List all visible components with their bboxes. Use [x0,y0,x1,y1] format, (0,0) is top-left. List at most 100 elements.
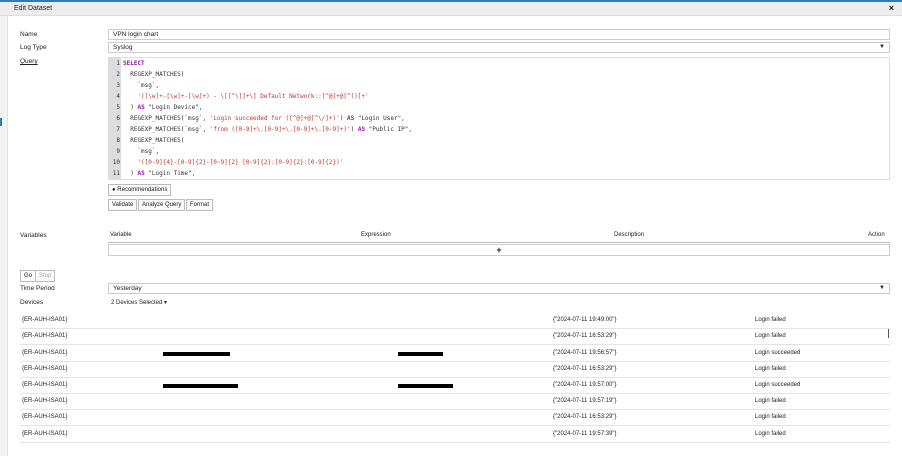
code-line: `msg`, [123,148,159,155]
code-line: ) AS "Login Time", [123,170,195,177]
code-token: "Login User", [354,115,405,122]
active-marker [0,118,2,126]
time-period-select[interactable]: Yesterday ▼ [108,283,890,294]
login-time-cell: {"2024-07-11 16:53:29"} [553,414,617,420]
variables-divider [108,242,890,243]
log-type-label: Log Type [20,44,47,51]
add-variable-button[interactable]: + [108,244,890,256]
code-token: AS [137,104,145,111]
code-line: ) AS "Login Device", [123,104,202,111]
code-line: `msg`, [123,82,159,89]
redacted-ip [398,384,453,388]
code-token: REGEXP_MATCHES( [123,137,185,144]
code-line: '([\w]+-[\w]+-[\w]+) - \[[^\]]+\] Defaul… [123,93,368,100]
table-row: {ER-AUH-ISA01} {"2024-07-11 16:53:29"} L… [20,329,890,345]
login-time-cell: {"2024-07-11 19:57:19"} [553,398,617,404]
code-token: ) [123,104,138,111]
query-label[interactable]: Query [20,58,38,65]
code-line: '([0-9]{4}-[0-9]{2}-[0-9]{2} [0-9]{2}:[0… [123,159,343,166]
table-row: {ER-AUH-ISA01} {"2024-07-11 19:49:00"} L… [20,313,890,329]
code-token: `msg`, [123,82,160,89]
code-token: "Login Time", [144,170,196,177]
status-cell: Login failed [755,317,786,323]
go-button[interactable]: Go [20,270,37,282]
login-time-cell: {"2024-07-11 19:49:00"} [553,317,617,323]
table-row: {ER-AUH-ISA01} {"2024-07-11 19:57:19"} L… [20,394,890,410]
status-cell: Login succeeded [755,382,801,388]
scrollbar[interactable] [888,329,889,338]
table-row: {ER-AUH-ISA01} {"2024-07-11 16:53:29"} L… [20,410,890,426]
chevron-down-icon: ▼ [879,44,885,50]
devices-label: Devices [20,299,44,306]
variable-column-header: Variable [110,232,132,238]
line-number: 8 [116,137,120,144]
code-line: REGEXP_MATCHES( [123,71,184,78]
description-column-header: Description [614,232,645,238]
format-button[interactable]: Format [186,199,214,211]
device-cell: {ER-AUH-ISA01} [22,317,68,323]
status-cell: Login failed [755,398,786,404]
analyze-query-button[interactable]: Analyze Query [138,199,186,211]
status-cell: Login failed [755,414,786,420]
table-row: {ER-AUH-ISA01} {"2024-07-11 16:53:29"} L… [20,362,890,378]
log-type-select[interactable]: Syslog ▼ [108,42,890,53]
dialog-title: Edit Dataset [14,5,53,12]
log-type-value: Syslog [113,44,133,51]
code-token: AS [137,170,145,177]
dialog-header: Edit Dataset × [0,2,902,16]
lightbulb-icon: ● [112,187,116,193]
name-input[interactable]: VPN login chart [108,29,890,40]
line-number: 11 [112,170,120,177]
code-token: "Login Device", [144,104,203,111]
line-number: 4 [116,93,120,100]
action-column-header: Action [868,232,885,238]
line-number: 2 [116,71,120,78]
code-line: REGEXP_MATCHES( [123,137,184,144]
line-number: 5 [116,104,120,111]
recommendations-label: Recommendations [117,187,168,193]
code-token: 'Login succeeded for ([^@]+@[^\/]+)' [209,115,340,122]
device-cell: {ER-AUH-ISA01} [22,431,68,437]
login-time-cell: {"2024-07-11 19:57:00"} [553,382,617,388]
table-row: {ER-AUH-ISA01} {"2024-07-11 19:57:39"} L… [20,427,890,443]
login-time-cell: {"2024-07-11 16:53:29"} [553,333,617,339]
line-number: 6 [116,115,120,122]
code-token: `msg`, [123,148,160,155]
code-token: ) [123,170,138,177]
table-row: {ER-AUH-ISA01} {"2024-07-11 19:57:00"} L… [20,378,890,394]
stop-button[interactable]: Stop [35,270,56,282]
status-cell: Login failed [755,431,786,437]
expression-column-header: Expression [361,232,391,238]
code-token: REGEXP_MATCHES( [123,71,185,78]
code-line: REGEXP_MATCHES(`msg`, 'from ([0-9]+\.[0-… [123,126,412,133]
line-number: 1 [116,60,120,67]
line-number: 10 [112,159,120,166]
code-token: AS [357,126,366,133]
device-cell: {ER-AUH-ISA01} [22,333,68,339]
code-line: SELECT [123,60,145,67]
device-cell: {ER-AUH-ISA01} [22,414,68,420]
line-number: 7 [116,126,120,133]
variables-label: Variables [20,232,47,239]
table-row: {ER-AUH-ISA01} {"2024-07-11 19:56:57"} L… [20,346,890,362]
device-cell: {ER-AUH-ISA01} [22,366,68,372]
chevron-down-icon: ▼ [879,285,885,291]
line-number: 9 [116,148,120,155]
validate-button[interactable]: Validate [108,199,138,211]
login-time-cell: {"2024-07-11 19:56:57"} [553,350,617,356]
status-cell: Login succeeded [755,350,801,356]
redacted-user [163,384,238,388]
code-token: REGEXP_MATCHES(`msg`, [123,126,210,133]
name-label: Name [20,31,38,38]
line-number: 3 [116,82,120,89]
recommendations-button[interactable]: ● Recommendations [108,184,172,196]
code-token: 'from ([0-9]+\.[0-9]+\.[0-9]+\.[0-9]+)' [209,126,351,133]
login-time-cell: {"2024-07-11 16:53:29"} [553,366,617,372]
status-cell: Login failed [755,333,786,339]
time-period-label: Time Period [20,285,55,292]
devices-dropdown[interactable]: 2 Devices Selected ▾ [111,299,167,306]
code-token: ) [350,126,358,133]
status-cell: Login failed [755,366,786,372]
close-icon[interactable]: × [889,3,894,13]
query-editor[interactable]: 1 SELECT 2 REGEXP_MATCHES(3 `msg`, 4 '([\w]… [108,57,890,180]
